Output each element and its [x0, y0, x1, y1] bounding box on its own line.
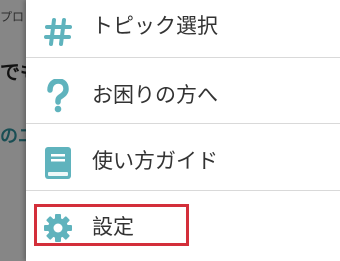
menu-item-label: お困りの方へ	[92, 83, 218, 107]
navigation-drawer: トピック選択 お困りの方へ 使い方ガイド 設定	[26, 0, 340, 261]
book-icon	[40, 145, 76, 181]
menu-item-label: 使い方ガイド	[92, 149, 218, 173]
menu-item-help[interactable]: お困りの方へ	[26, 58, 340, 124]
hash-icon	[40, 14, 76, 50]
menu-item-user-guide[interactable]: 使い方ガイド	[26, 125, 340, 191]
menu-item-topic-select[interactable]: トピック選択	[26, 0, 340, 58]
question-icon	[40, 78, 76, 114]
menu-item-label: トピック選択	[92, 14, 218, 38]
settings-highlight-box	[34, 204, 189, 246]
